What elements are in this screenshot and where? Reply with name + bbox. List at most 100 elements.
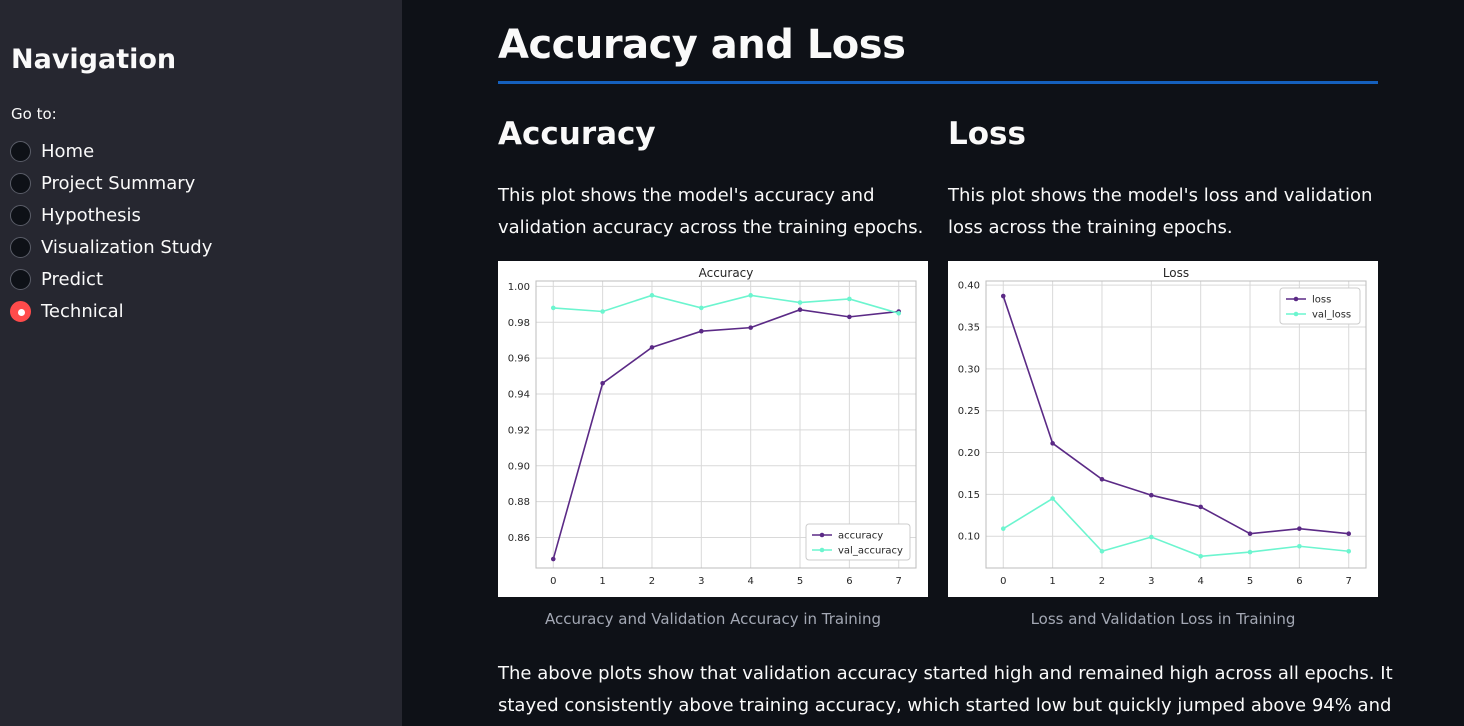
data-point-val_accuracy — [699, 305, 704, 311]
data-point-val_loss — [1346, 548, 1352, 554]
data-point-val_loss — [1000, 526, 1006, 531]
y-tick-label: 0.94 — [508, 390, 530, 401]
nav-radio-technical[interactable]: Technical — [10, 297, 310, 325]
data-point-loss — [1198, 504, 1203, 510]
y-tick-label: 0.25 — [958, 406, 980, 417]
sidebar-title: Navigation — [11, 44, 177, 75]
nav-radio-hypothesis[interactable]: Hypothesis — [10, 201, 310, 229]
series-line-accuracy — [552, 308, 899, 560]
x-tick-label: 2 — [1099, 576, 1105, 587]
legend-swatch-marker — [1293, 311, 1299, 317]
data-point-val_loss — [1198, 553, 1203, 559]
legend-label: accuracy — [838, 531, 883, 542]
accuracy-heading: Accuracy — [498, 116, 656, 152]
legend-label: val_accuracy — [838, 546, 903, 557]
x-tick-label: 4 — [1197, 576, 1203, 587]
data-point-val_accuracy — [847, 296, 852, 302]
y-tick-label: 0.35 — [958, 323, 980, 334]
data-point-accuracy — [699, 328, 704, 334]
legend-swatch-marker — [1293, 296, 1299, 302]
x-tick-label: 2 — [649, 576, 655, 587]
data-point-val_accuracy — [649, 293, 655, 298]
x-tick-label: 0 — [550, 576, 556, 587]
data-point-val_accuracy — [748, 293, 753, 298]
chart-title: Accuracy — [699, 266, 754, 280]
legend-swatch-marker — [819, 532, 825, 538]
accuracy-chart: Accuracy 0 1 2 3 4 5 6 7 0.86 0.88 0.90 0.92 0.94 0.96… — [508, 266, 917, 587]
data-point-accuracy — [797, 307, 803, 312]
data-point-loss — [1297, 526, 1302, 531]
data-point-loss — [1099, 477, 1105, 482]
x-tick-label: 6 — [1296, 576, 1302, 587]
radio-group-label: Go to: — [11, 105, 57, 123]
data-point-val_loss — [1099, 548, 1105, 554]
series-line-val_accuracy — [553, 294, 899, 315]
loss-description: This plot shows the model's loss and val… — [948, 185, 1373, 238]
data-point-val_loss — [1050, 496, 1055, 501]
series-line-val_loss — [1002, 497, 1349, 558]
nav-radio-label: Project Summary — [41, 172, 196, 194]
summary-paragraph: The above plots show that validation acc… — [498, 663, 1393, 716]
radio-circle-icon[interactable] — [10, 140, 31, 162]
y-tick-label: 0.92 — [508, 425, 530, 436]
x-tick-label: 7 — [896, 576, 902, 587]
data-point-accuracy — [748, 325, 753, 330]
y-tick-label: 0.40 — [958, 281, 980, 292]
x-tick-label: 5 — [797, 576, 803, 587]
loss-chart: Loss 0 1 2 3 4 5 6 7 0.10 0.15 0.20 0.25 0.30 0.35 0.40… — [958, 266, 1367, 587]
legend-swatch-marker — [819, 547, 825, 553]
x-tick-label: 0 — [1000, 576, 1006, 587]
radio-circle-icon[interactable] — [10, 172, 31, 194]
data-point-val_loss — [1149, 534, 1154, 540]
accuracy-caption: Accuracy and Validation Accuracy in Trai… — [545, 610, 881, 628]
nav-radio-project-summary[interactable]: Project Summary — [10, 169, 310, 197]
nav-radio-visualization-study[interactable]: Visualization Study — [10, 233, 310, 261]
radio-circle-icon[interactable] — [10, 236, 31, 258]
y-tick-label: 0.30 — [958, 364, 980, 375]
loss-caption: Loss and Validation Loss in Training — [1030, 610, 1296, 628]
data-point-val_accuracy — [797, 300, 803, 305]
nav-radio-label: Home — [41, 140, 95, 162]
y-tick-label: 0.86 — [508, 533, 530, 544]
radio-circle-icon[interactable] — [10, 268, 31, 290]
data-point-accuracy — [600, 380, 605, 386]
nav-radio-label: Predict — [41, 268, 103, 290]
nav-radio-label: Visualization Study — [41, 236, 213, 258]
app-window: Navigation Go to: Home Project Summary H… — [0, 0, 1464, 726]
legend-label: loss — [1312, 295, 1331, 306]
data-point-val_loss — [1247, 549, 1253, 555]
loss-chart-image: Loss 0 1 2 3 4 5 6 7 0.10 0.15 0.20 0.25 0.30 0.35 0.40… — [948, 261, 1378, 597]
data-point-val_accuracy — [550, 305, 556, 311]
accuracy-chart-image: Accuracy 0 1 2 3 4 5 6 7 0.86 0.88 0.90 0.92 0.94 0.96… — [498, 261, 928, 597]
x-tick-label: 1 — [1049, 576, 1055, 587]
main-content: Accuracy and Loss Accuracy This plot sho… — [402, 0, 1464, 726]
y-tick-label: 0.90 — [508, 461, 530, 472]
data-point-val_accuracy — [600, 309, 605, 314]
chart-title: Loss — [1163, 266, 1189, 280]
data-point-accuracy — [649, 345, 655, 350]
nav-radio-label: Technical — [41, 300, 124, 322]
y-tick-label: 0.15 — [958, 490, 980, 501]
nav-radio-home[interactable]: Home — [10, 137, 310, 165]
y-tick-label: 0.96 — [508, 354, 530, 365]
y-tick-label: 0.98 — [508, 318, 530, 329]
title-divider — [498, 81, 1378, 84]
data-point-val_accuracy — [896, 310, 902, 316]
sidebar: Navigation Go to: Home Project Summary H… — [0, 0, 402, 726]
x-tick-label: 5 — [1247, 576, 1253, 587]
radio-circle-icon[interactable] — [10, 204, 31, 226]
legend-label: val_loss — [1312, 310, 1351, 321]
series-line-loss — [1002, 295, 1349, 535]
nav-radio-predict[interactable]: Predict — [10, 265, 310, 293]
x-tick-label: 3 — [1148, 576, 1154, 587]
y-tick-label: 0.88 — [508, 497, 530, 508]
accuracy-description: This plot shows the model's accuracy and… — [498, 185, 924, 238]
radio-selected-icon[interactable] — [10, 300, 31, 322]
data-point-loss — [1346, 531, 1352, 536]
x-tick-label: 4 — [747, 576, 753, 587]
x-tick-label: 1 — [599, 576, 605, 587]
data-point-loss — [1149, 492, 1154, 498]
x-tick-label: 6 — [846, 576, 852, 587]
loss-heading: Loss — [948, 116, 1026, 152]
data-point-loss — [1050, 441, 1055, 446]
